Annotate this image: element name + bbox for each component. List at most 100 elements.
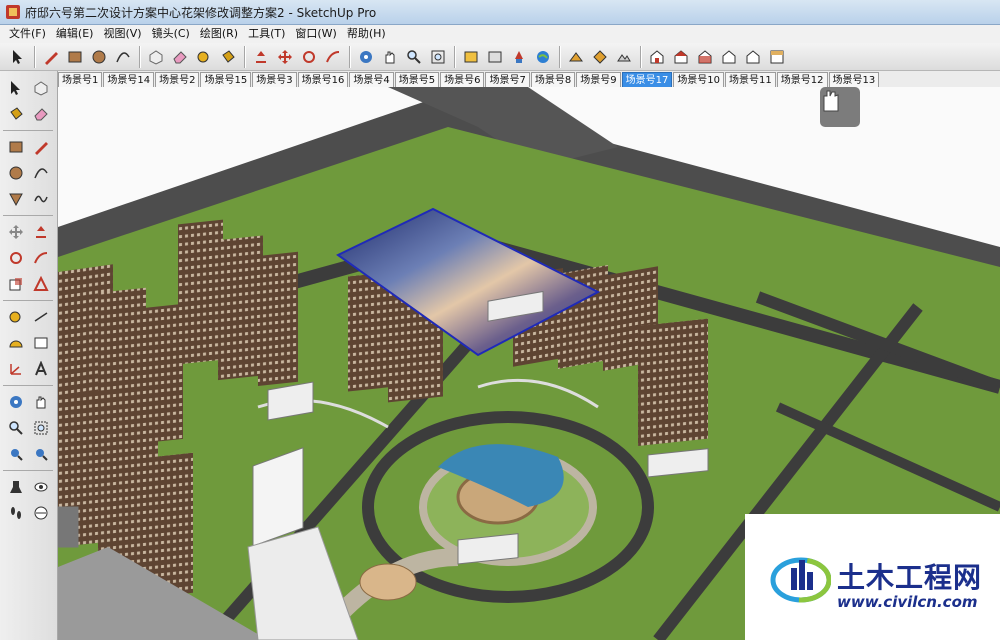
eraser-icon[interactable] bbox=[169, 46, 191, 68]
toolbar-separator bbox=[349, 45, 350, 68]
watermark: 土木工程网 www.civilcn.com bbox=[745, 514, 1000, 640]
toolbar-separator bbox=[640, 45, 641, 68]
toolbar-separator bbox=[34, 45, 35, 68]
protractor-icon[interactable] bbox=[3, 331, 28, 355]
rectangle-icon[interactable] bbox=[64, 46, 86, 68]
axes-icon[interactable] bbox=[3, 357, 28, 381]
orbit-icon[interactable] bbox=[3, 390, 28, 414]
push-pull-icon[interactable] bbox=[28, 220, 53, 244]
follow-me-icon[interactable] bbox=[28, 246, 53, 270]
scene-tab[interactable]: 场景号9 bbox=[576, 72, 621, 87]
move-icon[interactable] bbox=[3, 220, 28, 244]
get-models-icon[interactable] bbox=[460, 46, 482, 68]
rectangle-icon[interactable] bbox=[3, 135, 28, 159]
line-icon[interactable] bbox=[28, 135, 53, 159]
paint-bucket-icon[interactable] bbox=[3, 102, 28, 126]
window-title: 府邸六号第二次设计方案中心花架修改调整方案2 - SketchUp Pro bbox=[25, 5, 377, 20]
top-view-icon[interactable] bbox=[670, 46, 692, 68]
main-toolbar bbox=[0, 43, 1000, 71]
add-location-icon[interactable] bbox=[589, 46, 611, 68]
text-icon[interactable] bbox=[28, 331, 53, 355]
zoom-extents-icon[interactable] bbox=[427, 46, 449, 68]
menu-edit[interactable]: 编辑(E) bbox=[51, 25, 99, 43]
menu-file[interactable]: 文件(F) bbox=[4, 25, 51, 43]
follow-me-icon[interactable] bbox=[322, 46, 344, 68]
google-earth-icon[interactable] bbox=[532, 46, 554, 68]
left-view-icon[interactable] bbox=[766, 46, 788, 68]
toolbar-separator bbox=[244, 45, 245, 68]
scene-tab[interactable]: 场景号14 bbox=[103, 72, 155, 87]
share-model-icon[interactable] bbox=[484, 46, 506, 68]
components-icon[interactable] bbox=[508, 46, 530, 68]
polygon-icon[interactable] bbox=[3, 187, 28, 211]
scene-tab[interactable]: 场景号17 bbox=[621, 72, 673, 87]
make-component-icon[interactable] bbox=[145, 46, 167, 68]
scene-tab[interactable]: 场景号7 bbox=[485, 72, 530, 87]
scene-tab[interactable]: 场景号4 bbox=[349, 72, 394, 87]
iso-view-icon[interactable] bbox=[646, 46, 668, 68]
zoom-extents-icon[interactable] bbox=[3, 442, 28, 466]
photo-textures-icon[interactable] bbox=[565, 46, 587, 68]
select-icon[interactable] bbox=[7, 46, 29, 68]
freehand-icon[interactable] bbox=[28, 187, 53, 211]
scene-tab[interactable]: 场景号10 bbox=[673, 72, 725, 87]
hand-cursor-icon bbox=[820, 87, 860, 127]
scene-tab[interactable]: 场景号2 bbox=[155, 72, 200, 87]
rotate-icon[interactable] bbox=[3, 246, 28, 270]
previous-view-icon[interactable] bbox=[28, 442, 53, 466]
menu-view[interactable]: 视图(V) bbox=[98, 25, 146, 43]
position-camera-icon[interactable] bbox=[3, 475, 28, 499]
toolbar-separator bbox=[454, 45, 455, 68]
offset-icon[interactable] bbox=[28, 272, 53, 296]
scale-icon[interactable] bbox=[3, 272, 28, 296]
dimension-icon[interactable] bbox=[28, 305, 53, 329]
scene-tab[interactable]: 场景号16 bbox=[297, 72, 349, 87]
section-plane-icon[interactable] bbox=[28, 501, 53, 525]
select-icon[interactable] bbox=[3, 76, 28, 100]
scene-tab[interactable]: 场景号5 bbox=[394, 72, 440, 87]
menu-help[interactable]: 帮助(H) bbox=[342, 25, 391, 43]
circle-icon[interactable] bbox=[88, 46, 110, 68]
left-toolbar bbox=[0, 71, 58, 640]
tape-measure-icon[interactable] bbox=[193, 46, 215, 68]
walk-icon[interactable] bbox=[3, 501, 28, 525]
pencil-line-icon[interactable] bbox=[40, 46, 62, 68]
rotate-icon[interactable] bbox=[298, 46, 320, 68]
toolbar-separator bbox=[3, 215, 53, 216]
pan-icon[interactable] bbox=[28, 390, 53, 414]
scene-tab[interactable]: 场景号1 bbox=[58, 72, 103, 87]
tape-measure-icon[interactable] bbox=[3, 305, 28, 329]
scene-tab[interactable]: 场景号12 bbox=[776, 72, 828, 87]
scene-tab[interactable]: 场景号15 bbox=[200, 72, 252, 87]
back-view-icon[interactable] bbox=[742, 46, 764, 68]
watermark-title: 土木工程网 bbox=[837, 561, 983, 594]
menu-draw[interactable]: 绘图(R) bbox=[195, 25, 243, 43]
arc-icon[interactable] bbox=[28, 161, 53, 185]
circle-icon[interactable] bbox=[3, 161, 28, 185]
paint-bucket-icon[interactable] bbox=[217, 46, 239, 68]
push-pull-icon[interactable] bbox=[250, 46, 272, 68]
title-bar: 府邸六号第二次设计方案中心花架修改调整方案2 - SketchUp Pro bbox=[0, 0, 1000, 25]
scene-tab[interactable]: 场景号3 bbox=[252, 72, 297, 87]
3d-text-icon[interactable] bbox=[28, 357, 53, 381]
right-view-icon[interactable] bbox=[718, 46, 740, 68]
scene-tab[interactable]: 场景号6 bbox=[440, 72, 485, 87]
zoom-icon[interactable] bbox=[3, 416, 28, 440]
menu-window[interactable]: 窗口(W) bbox=[290, 25, 341, 43]
zoom-icon[interactable] bbox=[403, 46, 425, 68]
eraser-icon[interactable] bbox=[28, 102, 53, 126]
move-icon[interactable] bbox=[274, 46, 296, 68]
terrain-icon[interactable] bbox=[613, 46, 635, 68]
zoom-window-icon[interactable] bbox=[28, 416, 53, 440]
make-component-icon[interactable] bbox=[28, 76, 53, 100]
scene-tab[interactable]: 场景号8 bbox=[530, 72, 576, 87]
orbit-icon[interactable] bbox=[355, 46, 377, 68]
scene-tab[interactable]: 场景号11 bbox=[725, 72, 776, 87]
arc-icon[interactable] bbox=[112, 46, 134, 68]
menu-tools[interactable]: 工具(T) bbox=[243, 25, 290, 43]
scene-tab[interactable]: 场景号13 bbox=[828, 72, 880, 87]
front-view-icon[interactable] bbox=[694, 46, 716, 68]
look-around-icon[interactable] bbox=[28, 475, 53, 499]
menu-camera[interactable]: 镜头(C) bbox=[147, 25, 195, 43]
pan-icon[interactable] bbox=[379, 46, 401, 68]
